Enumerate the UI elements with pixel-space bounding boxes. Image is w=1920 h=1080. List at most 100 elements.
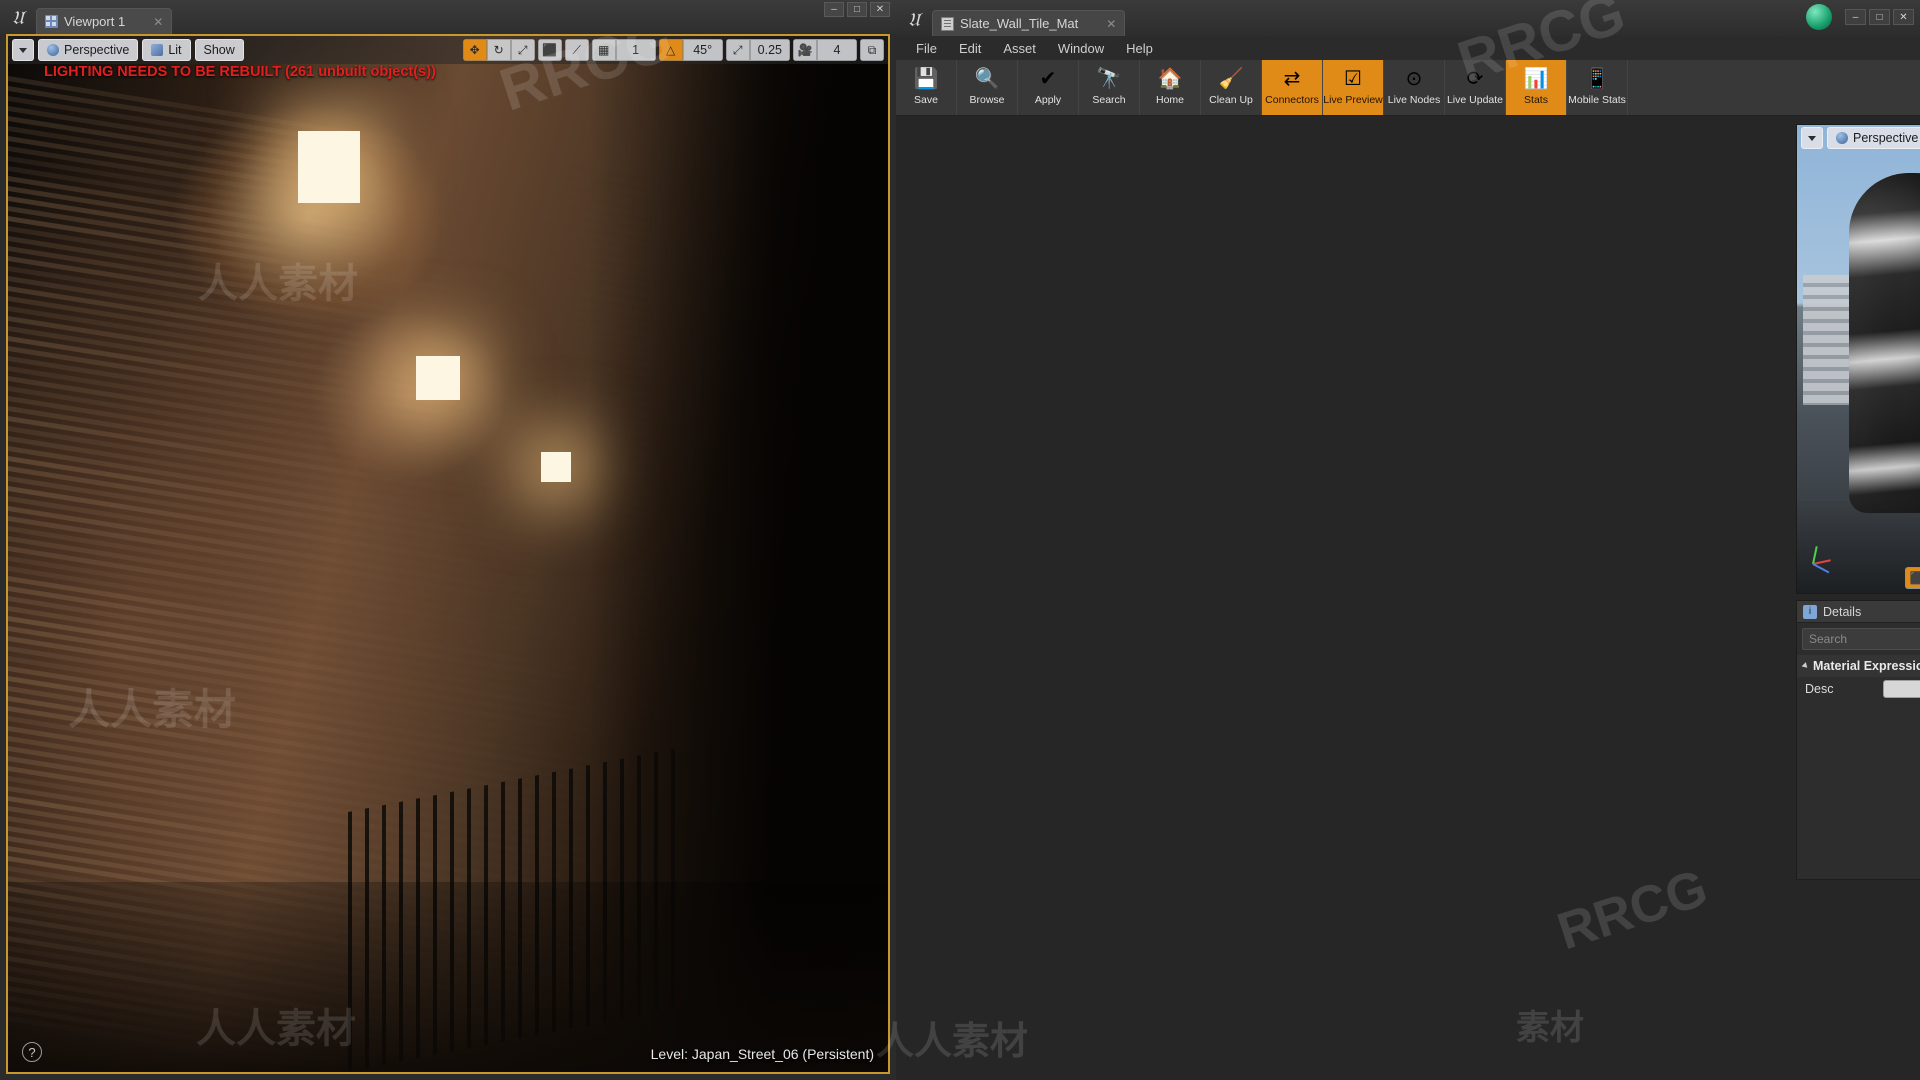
translate-gizmo-icon[interactable]: ✥ [463,39,487,61]
toolbar-label: Connectors [1265,94,1319,106]
minimize-button-2[interactable]: – [1845,9,1866,25]
maximize-viewport-icon[interactable]: ⧉ [860,39,884,61]
toolbar-label: Clean Up [1209,94,1253,106]
viewport-help-icon[interactable]: ? [22,1042,42,1062]
toolbar-button-connectors[interactable]: ⇄ Connectors [1262,60,1323,115]
close-icon-2[interactable]: ✕ [1106,17,1116,31]
minimize-button[interactable]: – [824,2,844,17]
apply-icon: ✔ [1033,64,1063,92]
menu-window[interactable]: Window [1048,39,1114,58]
preview-options-button[interactable] [1801,127,1823,149]
chevron-down-icon-2 [1808,136,1816,141]
mobile-stats-icon: 📱 [1582,64,1612,92]
toolbar-button-live-preview[interactable]: ☑ Live Preview [1323,60,1384,115]
toolbar-label: Browse [969,94,1004,106]
material-window-titlebar: 𝔘 Slate_Wall_Tile_Mat ✕ – □ ✕ [896,0,1920,36]
toolbar-button-live-update[interactable]: ⟳ Live Update [1445,60,1506,115]
stats-icon: 📊 [1521,64,1551,92]
save-icon: 💾 [911,64,941,92]
toolbar-button-save[interactable]: 💾 Save [896,60,957,115]
lighting-warning-text: LIGHTING NEEDS TO BE REBUILT (261 unbuil… [44,64,436,80]
menu-asset[interactable]: Asset [993,39,1046,58]
browse-icon: 🔍 [972,64,1002,92]
unreal-status-orb-icon[interactable] [1806,4,1832,30]
angle-snap-group: △ 45° [659,39,723,61]
toolbar-button-browse[interactable]: 🔍 Browse [957,60,1018,115]
material-tab-icon [941,17,954,31]
toolbar-button-clean-up[interactable]: 🧹 Clean Up [1201,60,1262,115]
level-editor-window: 𝔘 Viewport 1 ✕ – □ ✕ Perspective Lit Sho… [0,0,896,1080]
rotate-gizmo-icon[interactable]: ↻ [487,39,511,61]
scale-gizmo-icon[interactable]: ⤢ [511,39,535,61]
maximize-button-2[interactable]: □ [1869,9,1890,25]
level-window-titlebar: 𝔘 Viewport 1 ✕ – □ ✕ [0,0,896,34]
view-mode-button[interactable]: Lit [142,39,190,61]
toolbar-button-home[interactable]: 🏠 Home [1140,60,1201,115]
material-menubar: File Edit Asset Window Help [896,36,1920,60]
desc-field[interactable] [1883,680,1920,698]
lit-cube-icon [151,44,163,56]
unreal-logo-icon: 𝔘 [0,4,36,34]
menu-file[interactable]: File [906,39,947,58]
toolbar-button-apply[interactable]: ✔ Apply [1018,60,1079,115]
toolbar-label: Mobile Stats [1568,94,1626,106]
close-icon[interactable]: ✕ [153,15,163,29]
angle-snap-value[interactable]: 45° [683,39,723,61]
details-panel-header: i Details ✕ [1797,601,1920,623]
preview-camera-mode-label: Perspective [1853,131,1918,145]
surface-snap-icon[interactable]: ⟋ [565,39,589,61]
camera-speed-icon[interactable]: 🎥 [793,39,817,61]
preview-shape-cylinder-button[interactable]: ⬛ [1905,567,1920,589]
maximize-button[interactable]: □ [847,2,867,17]
toolbar-label: Live Preview [1323,94,1383,106]
tab-viewport-1[interactable]: Viewport 1 ✕ [36,8,172,34]
scale-snap-group: ⤢ 0.25 [726,39,790,61]
grid-snap-value[interactable]: 1 [616,39,656,61]
details-category-label: Material Expression [1813,659,1920,673]
material-preview-viewport[interactable]: Perspective Lit Show ⬛ ⬜ ◐ ▦ ◎ [1796,124,1920,594]
camera-mode-button[interactable]: Perspective [38,39,138,61]
preview-axis-gizmo [1813,525,1853,565]
toolbar-button-live-nodes[interactable]: ⊙ Live Nodes [1384,60,1445,115]
camera-speed-value[interactable]: 4 [817,39,857,61]
scale-snap-icon[interactable]: ⤢ [726,39,750,61]
toolbar-label: Search [1092,94,1125,106]
live-nodes-icon: ⊙ [1399,64,1429,92]
viewport-options-button[interactable] [12,39,34,61]
grid-snap-icon[interactable]: ▦ [592,39,616,61]
viewport-scene-render [8,36,888,1072]
preview-camera-mode-button[interactable]: Perspective [1827,127,1920,149]
angle-snap-icon[interactable]: △ [659,39,683,61]
level-viewport[interactable]: Perspective Lit Show ✥ ↻ ⤢ ⬛ ⟋ ▦ 1 △ 45°… [6,34,890,1074]
toolbar-button-search[interactable]: 🔭 Search [1079,60,1140,115]
toolbar-button-stats[interactable]: 📊 Stats [1506,60,1567,115]
details-search-placeholder: Search [1809,632,1847,646]
toolbar-label: Stats [1524,94,1548,106]
tab-material[interactable]: Slate_Wall_Tile_Mat ✕ [932,10,1125,36]
transform-gizmo-group: ✥ ↻ ⤢ [463,39,535,61]
coordinate-space-group: ⬛ [538,39,562,61]
details-icon: i [1803,605,1817,619]
menu-help[interactable]: Help [1116,39,1163,58]
scale-snap-value[interactable]: 0.25 [750,39,790,61]
live-preview-icon: ☑ [1338,64,1368,92]
surface-snap-group: ⟋ [565,39,589,61]
close-button-2[interactable]: ✕ [1893,9,1914,25]
world-space-icon[interactable]: ⬛ [538,39,562,61]
details-category-header[interactable]: Material Expression [1797,655,1920,677]
toolbar-label: Save [914,94,938,106]
level-status-bar: Level: Japan_Street_06 (Persistent) [651,1046,874,1062]
toolbar-label: Home [1156,94,1184,106]
level-status-value: Japan_Street_06 (Persistent) [692,1046,874,1062]
viewport-toolbar: Perspective Lit Show ✥ ↻ ⤢ ⬛ ⟋ ▦ 1 △ 45°… [8,36,888,64]
details-search-input[interactable]: Search 🔍 [1802,628,1920,650]
watermark-cn-4: 人人素材 [876,1010,1028,1065]
menu-edit[interactable]: Edit [949,39,991,58]
camera-icon-2 [1836,132,1848,144]
toolbar-button-mobile-stats[interactable]: 📱 Mobile Stats [1567,60,1628,115]
clean-up-icon: 🧹 [1216,64,1246,92]
close-button[interactable]: ✕ [870,2,890,17]
show-flags-button[interactable]: Show [195,39,244,61]
material-toolbar: 💾 Save 🔍 Browse ✔ Apply 🔭 Search 🏠 Home 🧹 Clean Up ⇄… [896,60,1920,116]
camera-speed-group: 🎥 4 [793,39,857,61]
